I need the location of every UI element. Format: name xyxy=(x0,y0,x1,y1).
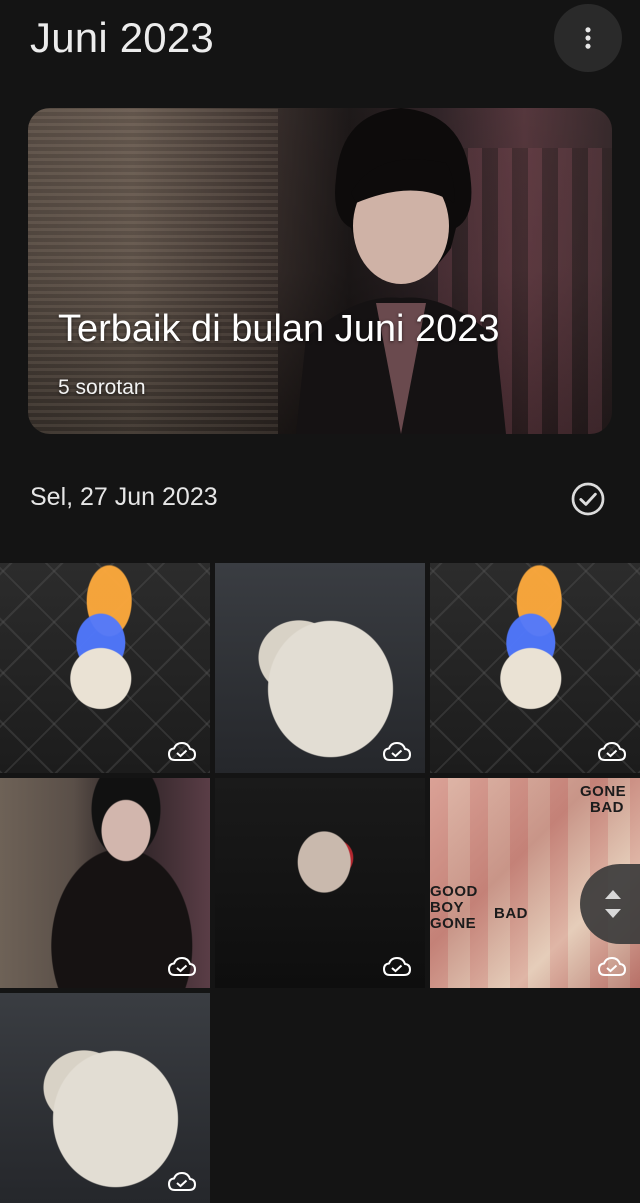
photo-tile-1[interactable] xyxy=(0,563,210,773)
photo-tile-2[interactable] xyxy=(215,563,425,773)
cloud-done-icon xyxy=(168,741,196,761)
poster-text: GOOD xyxy=(430,883,478,900)
poster-text: BAD xyxy=(494,905,528,922)
section-date: Sel, 27 Jun 2023 xyxy=(30,483,218,511)
cloud-done-icon xyxy=(168,1171,196,1191)
cloud-done-icon xyxy=(168,956,196,976)
poster-text: GONE xyxy=(430,915,477,932)
cloud-done-icon xyxy=(598,741,626,761)
cloud-done-icon xyxy=(383,956,411,976)
photo-tile-4[interactable] xyxy=(0,778,210,988)
page-title: Juni 2023 xyxy=(30,14,214,61)
more-vert-icon xyxy=(585,27,591,49)
cloud-done-icon xyxy=(598,956,626,976)
highlight-card[interactable]: Terbaik di bulan Juni 2023 5 sorotan xyxy=(28,108,612,434)
highlight-person-image xyxy=(296,108,506,434)
poster-text: BAD xyxy=(590,799,624,816)
check-circle-icon[interactable] xyxy=(570,481,606,517)
highlight-subtitle: 5 sorotan xyxy=(58,376,146,399)
poster-text: GONE xyxy=(580,783,627,800)
more-options-button[interactable] xyxy=(554,4,622,72)
highlight-title: Terbaik di bulan Juni 2023 xyxy=(58,308,500,350)
photo-tile-3[interactable] xyxy=(430,563,640,773)
poster-text: BOY xyxy=(430,899,465,916)
scroll-up-down-icon xyxy=(605,890,621,918)
cloud-done-icon xyxy=(383,741,411,761)
photo-tile-5[interactable] xyxy=(215,778,425,988)
photo-tile-7[interactable] xyxy=(0,993,210,1203)
